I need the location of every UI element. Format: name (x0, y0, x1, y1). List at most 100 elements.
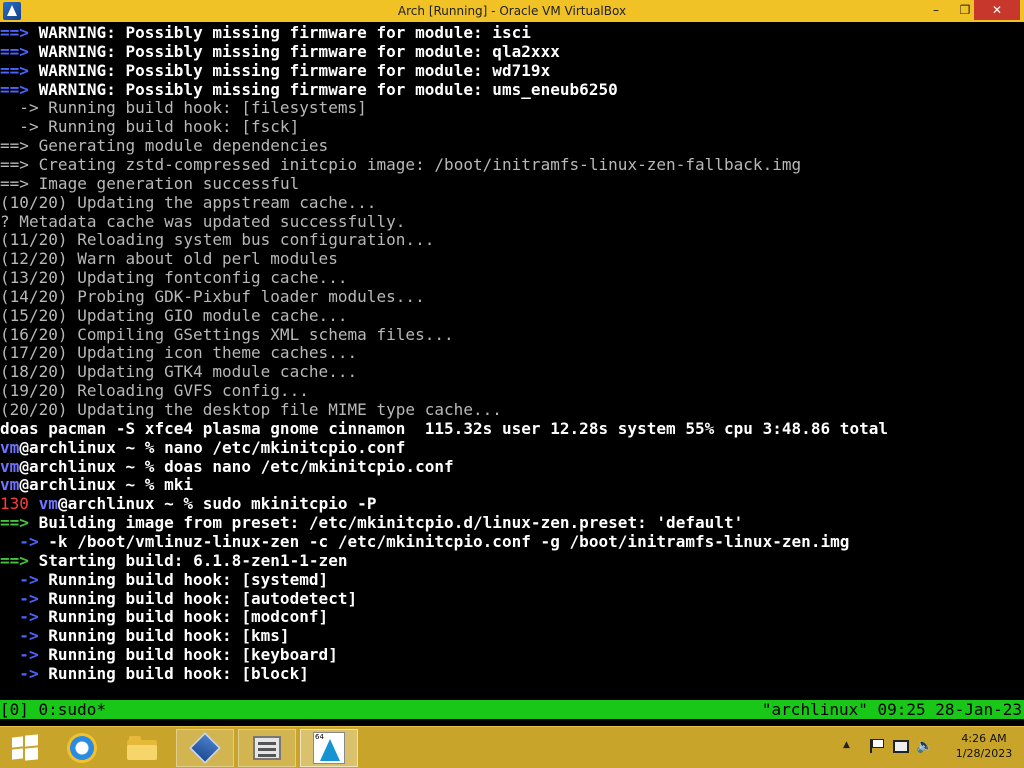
terminal-line: ==> WARNING: Possibly missing firmware f… (0, 23, 531, 42)
terminal-text: (18/20) Updating GTK4 module cache... (0, 362, 358, 382)
terminal-text: 130 (0, 494, 39, 514)
clock-date: 1/28/2023 (955, 747, 1013, 760)
terminal-text: Building image from preset: /etc/mkinitc… (38, 513, 744, 533)
terminal-text: vm (0, 437, 20, 457)
terminal-text: ==> (0, 79, 39, 99)
terminal-text: -> (0, 98, 49, 118)
terminal-line: ? Metadata cache was updated successfull… (0, 212, 405, 231)
terminal-text: (14/20) Probing GDK-Pixbuf loader module… (0, 286, 425, 306)
tmux-status-bar: [0] 0:sudo* "archlinux" 09:25 28-Jan-23 (0, 700, 1024, 719)
terminal-line: (18/20) Updating GTK4 module cache... (0, 362, 357, 381)
terminal-line: -> Running build hook: [kms] (0, 626, 290, 645)
terminal-line: -> Running build hook: [autodetect] (0, 589, 357, 608)
terminal-text: Running build hook: [modconf] (48, 607, 329, 627)
terminal-line: (13/20) Updating fontconfig cache... (0, 268, 348, 287)
terminal-line: (11/20) Reloading system bus configurati… (0, 230, 434, 249)
terminal-line: vm@archlinux ~ % nano /etc/mkinitcpio.co… (0, 438, 405, 457)
terminal-text: (20/20) Updating the desktop file MIME t… (0, 400, 502, 419)
terminal-line: ==> WARNING: Possibly missing firmware f… (0, 61, 550, 80)
terminal-text: ==> (0, 550, 39, 570)
terminal-text: -> (0, 588, 49, 608)
window-title-bar[interactable]: Arch [Running] - Oracle VM VirtualBox – … (0, 0, 1024, 22)
file-explorer-icon (127, 736, 157, 760)
terminal-line: ==> Creating zstd-compressed initcpio im… (0, 155, 801, 174)
terminal-line: -> Running build hook: [modconf] (0, 607, 328, 626)
terminal-text: @archlinux ~ % doas nano /etc/mkinitcpio… (19, 456, 454, 476)
terminal-text: Running build hook: [systemd] (48, 569, 329, 589)
virtualbox-manager-icon (253, 736, 281, 760)
terminal-line: doas pacman -S xfce4 plasma gnome cinnam… (0, 419, 888, 438)
minimize-button[interactable]: – (922, 0, 950, 20)
terminal-text: (12/20) Warn about old perl modules (0, 249, 338, 269)
terminal-text: ==> (0, 136, 39, 156)
taskbar-file-explorer[interactable] (114, 729, 170, 767)
terminal-text: (19/20) Reloading GVFS config... (0, 381, 309, 401)
terminal-line: vm@archlinux ~ % doas nano /etc/mkinitcp… (0, 457, 454, 476)
terminal-text: WARNING: Possibly missing firmware for m… (38, 23, 531, 42)
tmux-host-clock: "archlinux" 09:25 28-Jan-23 (761, 700, 1022, 719)
terminal-line: -> Running build hook: [fsck] (0, 117, 299, 136)
terminal-text: Running build hook: [autodetect] (48, 588, 358, 608)
terminal-text: ==> (0, 513, 39, 533)
terminal-line: ==> Starting build: 6.1.8-zen1-1-zen (0, 551, 348, 570)
terminal-text: Starting build: 6.1.8-zen1-1-zen (38, 550, 348, 570)
terminal-line: (20/20) Updating the desktop file MIME t… (0, 400, 502, 419)
terminal-text: Running build hook: [keyboard] (48, 645, 338, 665)
close-button[interactable]: ✕ (974, 0, 1020, 20)
terminal-text: ? Metadata cache was updated successfull… (0, 211, 406, 231)
terminal-line: -> Running build hook: [filesystems] (0, 98, 367, 117)
terminal-text: vm (0, 475, 20, 495)
terminal-text: -> (0, 569, 49, 589)
terminal-line: -> Running build hook: [systemd] (0, 570, 328, 589)
terminal-console[interactable]: ==> WARNING: Possibly missing firmware f… (0, 22, 1024, 700)
terminal-text: WARNING: Possibly missing firmware for m… (38, 41, 560, 61)
terminal-line: (19/20) Reloading GVFS config... (0, 381, 309, 400)
terminal-text: Running build hook: [fsck] (48, 117, 300, 137)
terminal-text: Running build hook: [filesystems] (48, 98, 367, 118)
terminal-line: -> Running build hook: [keyboard] (0, 645, 338, 664)
terminal-text: (16/20) Compiling GSettings XML schema f… (0, 324, 454, 344)
terminal-line: 130 vm@archlinux ~ % sudo mkinitcpio -P (0, 494, 376, 513)
terminal-line: ==> WARNING: Possibly missing firmware f… (0, 42, 560, 61)
terminal-text: Image generation successful (38, 173, 300, 193)
terminal-text: (13/20) Updating fontconfig cache... (0, 268, 348, 288)
terminal-text: @archlinux ~ % sudo mkinitcpio -P (57, 494, 377, 514)
terminal-text: -> (0, 663, 49, 683)
terminal-text: -> (0, 117, 49, 137)
terminal-text: ==> (0, 154, 39, 174)
terminal-line: vm@archlinux ~ % mki (0, 475, 193, 494)
terminal-line: (17/20) Updating icon theme caches... (0, 343, 357, 362)
tmux-window-list: [0] 0:sudo* (0, 700, 106, 719)
network-icon[interactable] (892, 738, 909, 754)
terminal-text: doas pacman -S xfce4 plasma gnome cinnam… (0, 418, 889, 438)
terminal-text: ==> (0, 41, 39, 61)
window-title: Arch [Running] - Oracle VM VirtualBox (397, 4, 627, 18)
taskbar-internet-explorer[interactable] (54, 728, 110, 768)
terminal-text: ==> (0, 23, 39, 42)
taskbar-virtualbox[interactable] (176, 729, 234, 767)
terminal-text: Running build hook: [block] (48, 663, 309, 683)
terminal-text: -k /boot/vmlinuz-linux-zen -c /etc/mkini… (48, 531, 850, 551)
arch-vm-icon: 64 (313, 732, 345, 764)
terminal-line: (14/20) Probing GDK-Pixbuf loader module… (0, 287, 425, 306)
terminal-line: (15/20) Updating GIO module cache... (0, 306, 348, 325)
terminal-text: WARNING: Possibly missing firmware for m… (38, 79, 618, 99)
terminal-line: ==> Building image from preset: /etc/mki… (0, 513, 743, 532)
terminal-text: (10/20) Updating the appstream cache... (0, 192, 377, 212)
terminal-text: -> (0, 645, 49, 665)
taskbar-clock[interactable]: 4:26 AM 1/28/2023 (946, 731, 1022, 761)
terminal-text: WARNING: Possibly missing firmware for m… (38, 60, 551, 80)
terminal-text: ==> (0, 60, 39, 80)
console-bottom-padding (0, 719, 1024, 726)
start-button[interactable] (0, 729, 50, 767)
taskbar-arch-vm-window[interactable]: 64 (300, 729, 358, 767)
action-center-flag-icon[interactable] (868, 738, 884, 754)
terminal-line: -> Running build hook: [block] (0, 664, 309, 683)
windows-start-icon (12, 734, 38, 761)
show-hidden-icons-icon[interactable]: ▲ (843, 740, 850, 750)
speaker-icon[interactable]: 🔈 (916, 738, 933, 754)
terminal-text: -> (0, 531, 49, 551)
virtualbox-taskbar-icon (189, 732, 221, 764)
terminal-line: ==> Image generation successful (0, 174, 299, 193)
taskbar-virtualbox-manager[interactable] (238, 729, 296, 767)
